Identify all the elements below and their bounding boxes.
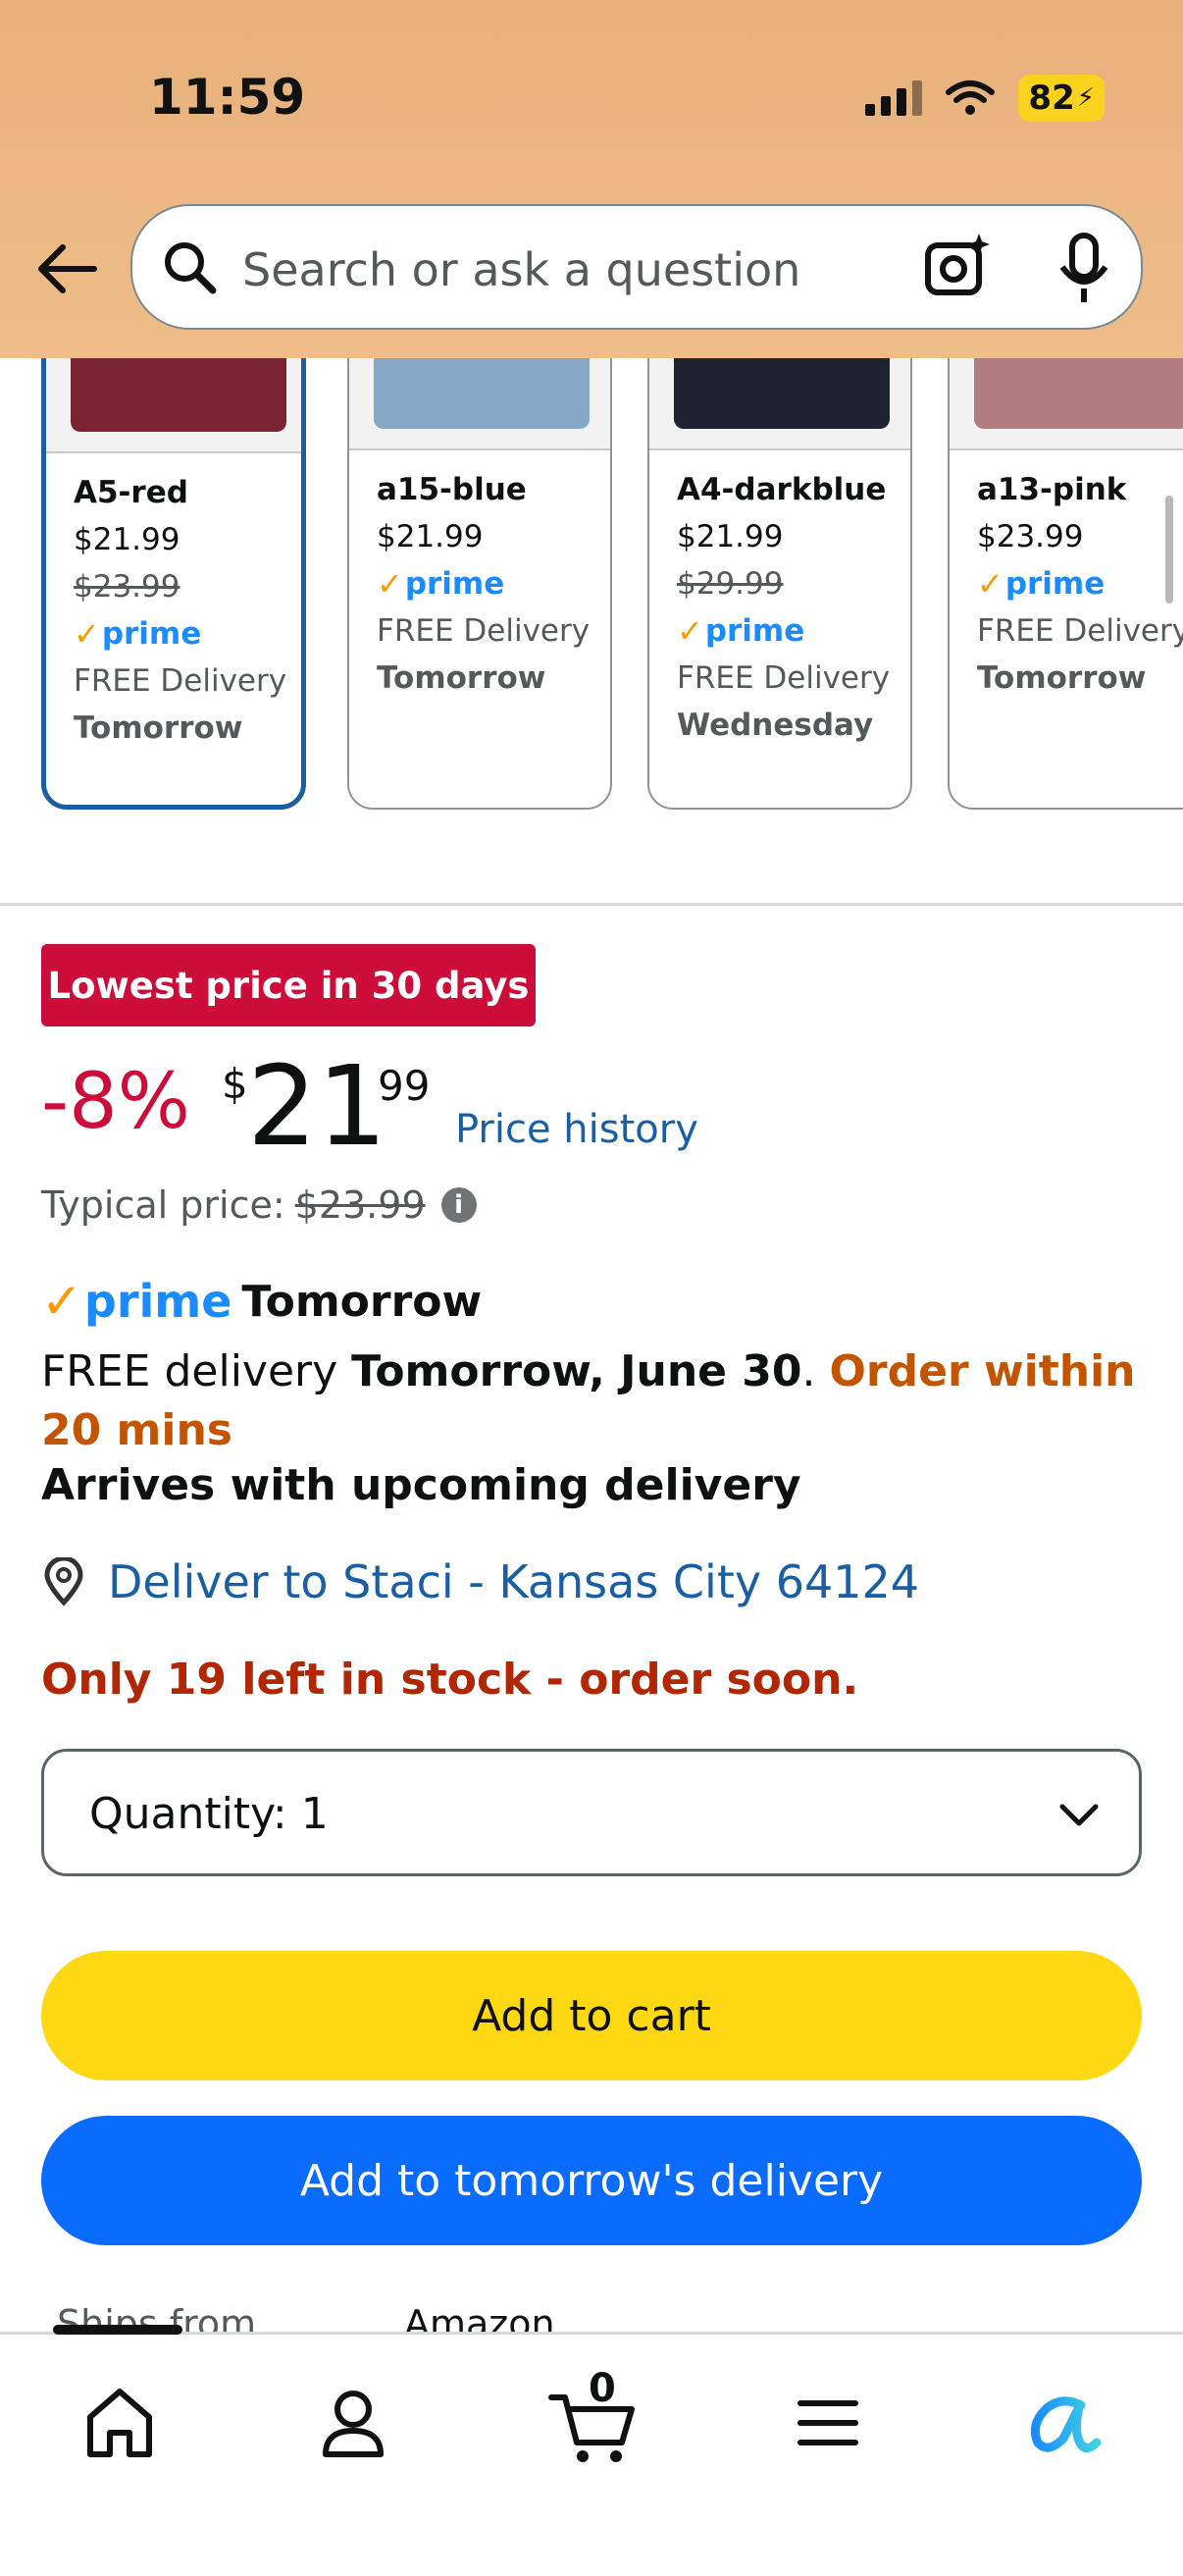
prime-check-icon: ✓ <box>677 612 703 650</box>
cart-nav[interactable]: 0 <box>545 2366 643 2472</box>
prime-logo: ✓ prime <box>677 607 890 655</box>
discount-percent: -8% <box>41 1058 190 1146</box>
variant-carousel[interactable]: A5-red $21.99 $23.99 ✓ prime FREE Deliver… <box>0 358 1183 829</box>
variant-thumbnail <box>349 358 610 450</box>
active-tab-indicator <box>53 2325 182 2335</box>
variant-delivery-day: Tomorrow <box>74 710 243 746</box>
prime-check-icon: ✓ <box>41 1273 82 1330</box>
variant-delivery-day: Tomorrow <box>977 660 1147 696</box>
account-icon[interactable] <box>304 2374 402 2472</box>
prime-delivery-day: Tomorrow <box>241 1276 483 1327</box>
chevron-down-icon <box>1059 1804 1099 1826</box>
add-to-cart-button[interactable]: Add to cart <box>41 1951 1142 2080</box>
info-icon[interactable]: i <box>440 1187 477 1223</box>
battery-indicator: 82 ⚡ <box>1018 75 1105 122</box>
add-to-delivery-button[interactable]: Add to tomorrow's delivery <box>41 2116 1142 2245</box>
price-fraction: 99 <box>378 1062 431 1110</box>
stock-warning: Only 19 left in stock - order soon. <box>41 1655 859 1705</box>
variant-name: A4-darkblue <box>677 472 887 507</box>
variant-price: $21.99 <box>74 522 180 557</box>
wallet-image <box>674 358 890 429</box>
prime-logo: ✓ prime <box>977 560 1183 607</box>
back-arrow-icon[interactable] <box>33 239 102 298</box>
price-history-link[interactable]: Price history <box>455 1107 698 1152</box>
delivery-message: FREE delivery Tomorrow, June 30. Order w… <box>41 1346 1136 1455</box>
cart-count: 0 <box>589 2366 616 2411</box>
home-icon[interactable] <box>71 2374 169 2472</box>
variant-thumbnail <box>46 358 301 453</box>
variant-delivery-day: Wednesday <box>677 708 874 743</box>
typical-price-value: $23.99 <box>294 1183 426 1227</box>
variant-delivery-day: Tomorrow <box>377 660 546 696</box>
quantity-select[interactable]: Quantity: 1 <box>41 1749 1142 1876</box>
variant-price: $23.99 <box>977 519 1084 554</box>
deal-badge: Lowest price in 30 days <box>41 944 536 1026</box>
rufus-assistant-icon[interactable] <box>1012 2374 1110 2472</box>
quantity-label: Quantity: 1 <box>89 1789 329 1839</box>
variant-thumbnail <box>950 358 1183 450</box>
variant-delivery: FREE Delivery <box>377 613 591 649</box>
variant-price: $21.99 <box>677 519 784 554</box>
search-bar[interactable]: Search or ask a question <box>130 204 1143 330</box>
variant-card-a4-darkblue[interactable]: A4-darkblue $21.99 $29.99 ✓ prime FREE De… <box>647 358 912 810</box>
wallet-image <box>374 358 590 429</box>
typical-price-label: Typical price: <box>41 1183 285 1227</box>
variant-card-a5-red[interactable]: A5-red $21.99 $23.99 ✓ prime FREE Deliver… <box>41 358 306 810</box>
prime-logo: ✓ prime <box>74 610 286 657</box>
section-divider <box>0 903 1183 906</box>
deliver-to-text[interactable]: Deliver to Staci - Kansas City 64124 <box>108 1555 919 1608</box>
camera-lens-icon[interactable] <box>922 232 991 300</box>
prime-check-icon: ✓ <box>377 565 403 603</box>
status-icons: 82 ⚡ <box>865 69 1105 128</box>
wifi-icon <box>946 80 996 115</box>
variant-card-a15-blue[interactable]: a15-blue $21.99 ✓ prime FREE Delivery Tom… <box>347 358 612 810</box>
carousel-scrollbar[interactable] <box>1165 496 1173 604</box>
variant-delivery: FREE Delivery <box>677 660 891 696</box>
location-pin-icon <box>44 1557 83 1606</box>
deliver-to-link[interactable]: Deliver to Staci - Kansas City 64124 <box>41 1555 919 1608</box>
price-whole: 21 <box>247 1043 387 1171</box>
variant-name: a13-pink <box>977 472 1127 507</box>
wallet-image <box>974 358 1183 429</box>
prime-logo: ✓ prime <box>377 560 590 607</box>
search-input[interactable]: Search or ask a question <box>242 243 800 296</box>
prime-check-icon: ✓ <box>74 615 100 653</box>
bottom-nav: 0 <box>0 2325 1183 2576</box>
arrives-note: Arrives with upcoming delivery <box>41 1460 801 1510</box>
delivery-date: Tomorrow, June 30 <box>351 1346 802 1396</box>
prime-check-icon: ✓ <box>977 565 1003 603</box>
prime-delivery-row: ✓ prime Tomorrow <box>41 1272 482 1331</box>
charging-bolt-icon: ⚡ <box>1076 83 1095 113</box>
variant-list-price: $29.99 <box>677 566 784 602</box>
price-currency: $ <box>222 1060 248 1108</box>
microphone-icon[interactable] <box>1054 232 1113 306</box>
battery-level: 82 <box>1028 79 1075 118</box>
quantity-value: 1 <box>300 1789 329 1839</box>
variant-delivery: FREE Delivery <box>74 663 287 699</box>
typical-price: Typical price: $23.99 i <box>41 1183 477 1227</box>
variant-thumbnail <box>649 358 910 450</box>
prime-logo: prime <box>83 1275 232 1328</box>
variant-card-a13-pink[interactable]: a13-pink $23.99 ✓ prime FREE Delivery Tom… <box>948 358 1183 810</box>
status-time: 11:59 <box>149 69 306 126</box>
variant-name: a15-blue <box>377 472 527 507</box>
variant-price: $21.99 <box>377 519 484 554</box>
header: 11:59 82 ⚡ Search or ask a question <box>0 0 1183 358</box>
search-icon <box>165 242 217 294</box>
variant-list-price: $23.99 <box>74 569 180 605</box>
menu-icon[interactable] <box>779 2374 877 2472</box>
wallet-image <box>71 358 286 432</box>
cellular-signal-icon <box>865 80 923 116</box>
variant-delivery: FREE Delivery <box>977 613 1183 649</box>
variant-name: A5-red <box>74 475 188 510</box>
